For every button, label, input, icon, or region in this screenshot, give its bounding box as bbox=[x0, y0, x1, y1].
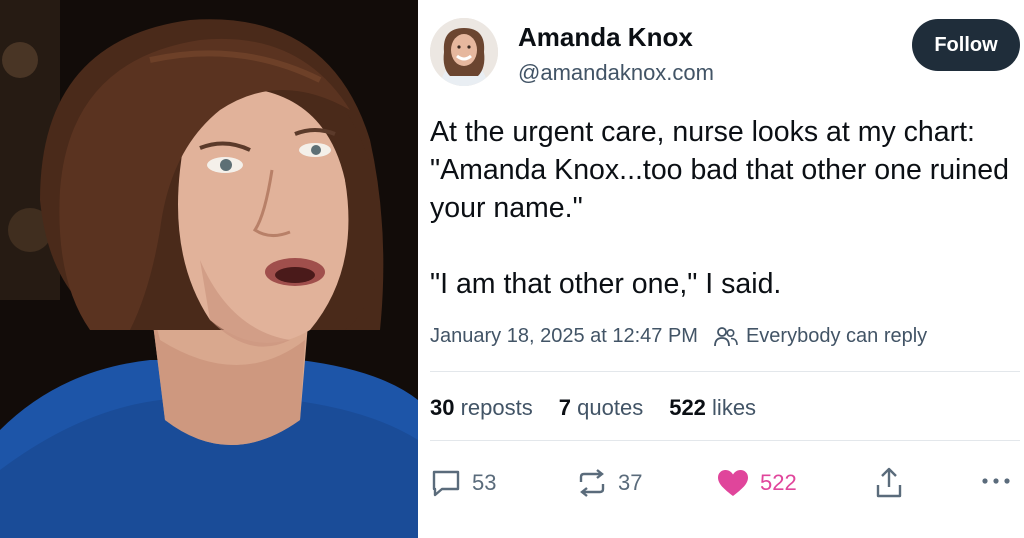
reply-setting-label: Everybody can reply bbox=[745, 325, 928, 347]
likes-stat[interactable]: 522 likes bbox=[669, 395, 756, 421]
quotes-stat[interactable]: 7 quotes bbox=[559, 395, 643, 421]
post-card: Amanda Knox @amandaknox.com Follow At th… bbox=[418, 0, 1024, 538]
author-name[interactable]: Amanda Knox bbox=[518, 22, 693, 53]
repost-count: 37 bbox=[618, 470, 643, 495]
likes-label: likes bbox=[712, 395, 757, 420]
divider bbox=[430, 371, 1020, 372]
reposts-count: 30 bbox=[430, 395, 455, 420]
post-meta: January 18, 2025 at 12:47 PM Everybody c… bbox=[430, 325, 927, 348]
like-button[interactable]: 522 bbox=[716, 468, 797, 498]
like-count: 522 bbox=[760, 470, 797, 495]
share-button[interactable] bbox=[874, 467, 914, 499]
reply-button[interactable]: 53 bbox=[430, 468, 496, 498]
avatar-image bbox=[430, 18, 498, 86]
likes-count: 522 bbox=[669, 395, 706, 420]
quotes-count: 7 bbox=[558, 395, 572, 420]
heart-icon bbox=[718, 470, 748, 496]
more-options-button[interactable] bbox=[980, 474, 1022, 488]
repost-icon bbox=[579, 469, 605, 497]
avatar[interactable] bbox=[430, 18, 498, 86]
post-paragraph: "I am that other one," I said. bbox=[430, 268, 782, 300]
reposts-stat[interactable]: 30 reposts bbox=[430, 395, 533, 421]
people-icon bbox=[714, 326, 738, 346]
follow-button[interactable]: Follow bbox=[912, 19, 1020, 71]
reply-count: 53 bbox=[472, 470, 497, 495]
post-stats: 30 reposts 7 quotes 522 likes bbox=[430, 395, 782, 421]
divider bbox=[430, 440, 1020, 441]
repost-button[interactable]: 37 bbox=[576, 468, 642, 498]
author-handle[interactable]: @amandaknox.com bbox=[518, 60, 714, 86]
post-timestamp[interactable]: January 18, 2025 at 12:47 PM bbox=[430, 325, 698, 348]
portrait-photo bbox=[0, 0, 418, 538]
post-paragraph: At the urgent care, nurse looks at my ch… bbox=[430, 116, 1009, 224]
reply-setting: Everybody can reply bbox=[714, 325, 927, 348]
portrait-illustration bbox=[0, 0, 418, 538]
action-bar: 53 37 522 bbox=[418, 464, 1024, 504]
reposts-label: reposts bbox=[460, 395, 533, 420]
share-icon bbox=[876, 467, 902, 498]
quotes-label: quotes bbox=[577, 395, 644, 420]
post-text: At the urgent care, nurse looks at my ch… bbox=[430, 113, 1015, 303]
reply-icon bbox=[432, 470, 460, 497]
ellipsis-icon bbox=[982, 478, 1010, 484]
